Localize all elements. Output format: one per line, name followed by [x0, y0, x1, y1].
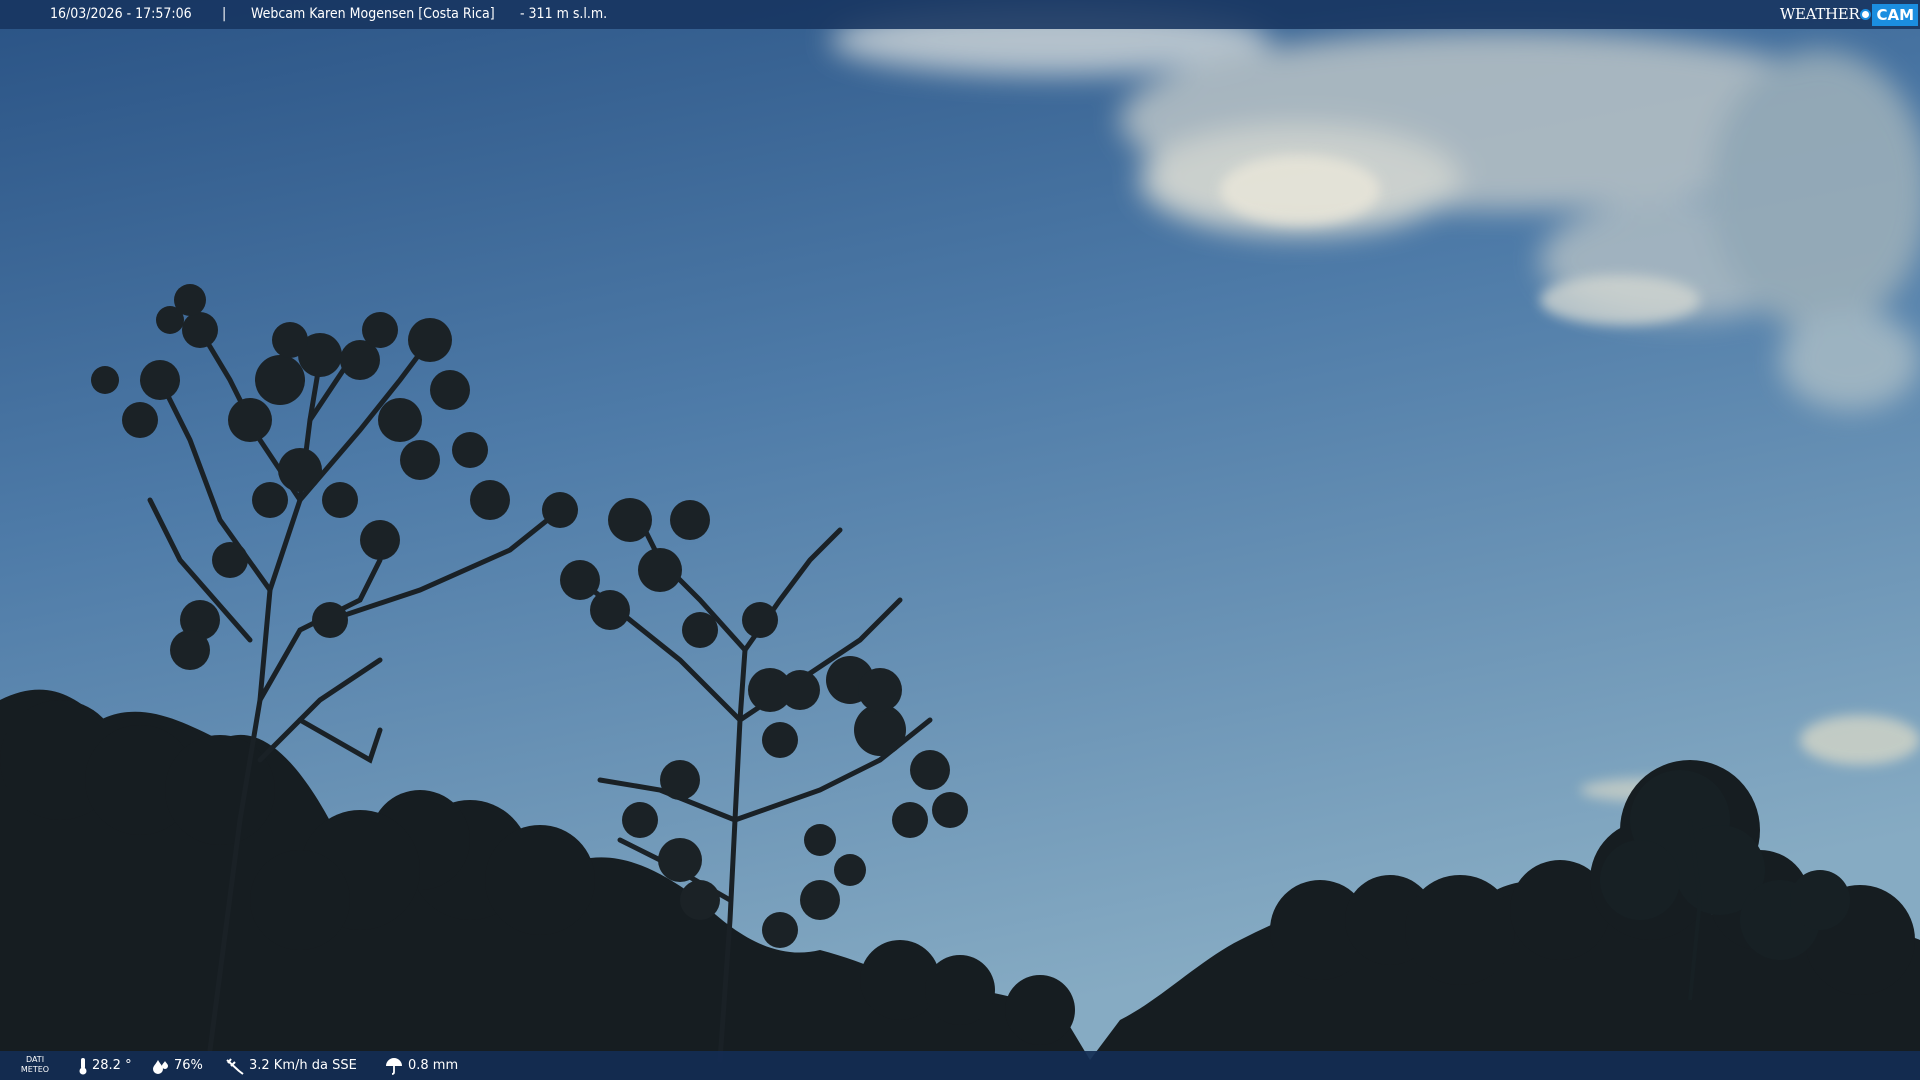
- temperature-value: 28.2 °: [92, 1058, 132, 1073]
- temperature-item: 28.2 °: [78, 1051, 132, 1080]
- wind-value: 3.2 Km/h da SSE: [249, 1058, 357, 1073]
- wind-item: 3.2 Km/h da SSE: [225, 1051, 357, 1080]
- thermometer-icon: [79, 1057, 87, 1074]
- label-line2: METEO: [20, 1065, 50, 1074]
- logo-cam: CAM: [1872, 3, 1918, 26]
- datetime: 16/03/2026 - 17:57:06: [50, 6, 192, 22]
- altitude: - 311 m s.l.m.: [520, 6, 608, 22]
- webcam-title: Webcam Karen Mogensen [Costa Rica]: [251, 6, 495, 22]
- dati-meteo-label[interactable]: DATI METEO: [17, 1055, 53, 1075]
- logo-weather: WEATHER: [1779, 5, 1860, 23]
- humidity-icon: [153, 1059, 168, 1074]
- humidity-value: 76%: [174, 1058, 203, 1073]
- weather-data-bar: DATI METEO 28.2 ° 76% 3.2 Km/h da SSE 0.…: [0, 1051, 1920, 1080]
- rain-icon: [386, 1057, 402, 1075]
- header-bar: 16/03/2026 - 17:57:06 | Webcam Karen Mog…: [0, 0, 1920, 29]
- logo-dot-icon: [1860, 9, 1872, 20]
- humidity-item: 76%: [152, 1051, 203, 1080]
- rain-value: 0.8 mm: [408, 1058, 459, 1073]
- weathercam-logo[interactable]: WEATHER CAM: [1780, 2, 1918, 27]
- separator: |: [222, 6, 227, 22]
- wind-icon: [226, 1057, 244, 1075]
- label-line1: DATI: [25, 1055, 45, 1064]
- webcam-image: [0, 0, 1920, 1080]
- rain-item: 0.8 mm: [384, 1051, 458, 1080]
